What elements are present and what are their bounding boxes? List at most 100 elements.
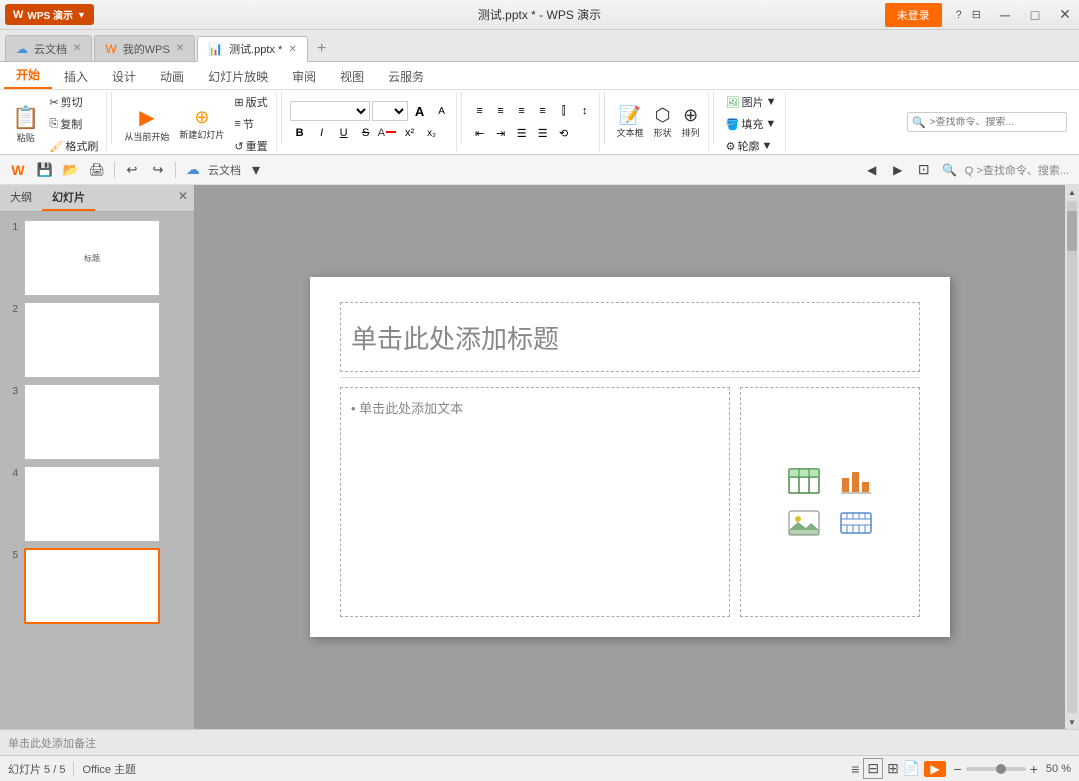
maximize-button[interactable]: □ — [1021, 0, 1049, 30]
panel-close-button[interactable]: ✕ — [172, 185, 194, 211]
slide-canvas[interactable]: 单击此处添加标题 • 单击此处添加文本 — [310, 277, 950, 637]
wheel-button[interactable]: ⚙ 轮廓 ▼ — [722, 136, 781, 156]
ribbon-tab-insert[interactable]: 插入 — [52, 64, 100, 89]
superscript-button[interactable]: x² — [400, 123, 420, 143]
next-slide-button[interactable]: ▶ — [887, 159, 909, 181]
ribbon-tab-start[interactable]: 开始 — [4, 62, 52, 89]
slide-thumbnail-active[interactable] — [24, 548, 160, 624]
numbered-list-button[interactable]: ☰ — [533, 123, 553, 143]
redo-button[interactable]: ↪ — [147, 159, 169, 181]
reading-view-button[interactable]: 📄 — [903, 760, 920, 777]
cloud-save-icon[interactable]: ☁ — [182, 159, 204, 181]
wps-logo[interactable]: W WPS 演示 ▼ — [5, 4, 94, 25]
italic-button[interactable]: I — [312, 123, 332, 143]
bullet-list-button[interactable]: ☰ — [512, 123, 532, 143]
arrange-button[interactable]: ⊕ 排列 — [678, 103, 704, 141]
panel-tab-outline[interactable]: 大纲 — [0, 185, 42, 211]
search-replace-button[interactable]: 🔍 — [939, 159, 961, 181]
right-scrollbar[interactable]: ▲ ▼ — [1065, 185, 1079, 729]
undo-button[interactable]: ↩ — [121, 159, 143, 181]
cut-button[interactable]: ✂ 剪切 — [45, 92, 102, 112]
strikethrough-button[interactable]: S — [356, 123, 376, 143]
wps-menu-button[interactable]: W — [6, 159, 30, 181]
decrease-indent-button[interactable]: ⇤ — [470, 123, 490, 143]
help-icon[interactable]: ? — [952, 9, 966, 21]
font-size-select[interactable] — [372, 101, 408, 121]
columns-button[interactable]: ⫿ — [554, 101, 574, 121]
copy-button[interactable]: ⎘ 复制 — [45, 114, 102, 134]
text-direction-button[interactable]: ⟲ — [554, 123, 574, 143]
save-button[interactable]: 💾 — [34, 159, 56, 181]
font-family-select[interactable] — [290, 101, 370, 121]
slide-thumbnail[interactable] — [24, 466, 160, 542]
slideshow-button[interactable]: ▶ — [924, 761, 945, 777]
tab-test-close[interactable]: ✕ — [288, 44, 296, 55]
new-slide-button[interactable]: ⊕ 新建幻灯片 — [175, 98, 228, 150]
slide-thumbnail[interactable]: 标题 — [24, 220, 160, 296]
minimize-button[interactable]: ─ — [991, 0, 1019, 30]
paste-button[interactable]: 📋 粘贴 — [8, 98, 43, 150]
insert-table-icon[interactable] — [786, 466, 822, 496]
tab-mywps[interactable]: W 我的WPS ✕ — [94, 35, 195, 61]
open-button[interactable]: 📂 — [60, 159, 82, 181]
ribbon-tab-animation[interactable]: 动画 — [148, 64, 196, 89]
search-input[interactable] — [930, 117, 1060, 128]
normal-view-button[interactable]: ⊟ — [863, 758, 883, 779]
tab-cloud-close[interactable]: ✕ — [73, 43, 81, 54]
prev-slide-button[interactable]: ◀ — [861, 159, 883, 181]
zoom-handle[interactable] — [996, 764, 1006, 774]
shape-button[interactable]: ⬡ 形状 — [650, 103, 676, 141]
zoom-bar[interactable] — [966, 767, 1026, 771]
print-button[interactable]: 🖨 — [86, 159, 108, 181]
scroll-track[interactable] — [1067, 201, 1077, 713]
section-button[interactable]: ≡ 节 — [230, 114, 271, 134]
increase-indent-button[interactable]: ⇥ — [491, 123, 511, 143]
zoom-out-button[interactable]: − — [954, 761, 962, 777]
slide-thumbnail[interactable] — [24, 302, 160, 378]
tab-test[interactable]: 📊 测试.pptx * ✕ — [197, 36, 308, 62]
picture-button[interactable]: 🖼 图片 ▼ — [722, 92, 781, 112]
slide-thumbnail[interactable] — [24, 384, 160, 460]
ribbon-tab-view[interactable]: 视图 — [328, 64, 376, 89]
align-right-button[interactable]: ≡ — [512, 101, 532, 121]
tab-mywps-close[interactable]: ✕ — [176, 43, 184, 54]
align-center-button[interactable]: ≡ — [491, 101, 511, 121]
add-tab-button[interactable]: + — [310, 37, 334, 61]
search-box[interactable]: 🔍 — [907, 112, 1067, 132]
dropdown-arrow[interactable]: ▼ — [77, 10, 86, 20]
sort-view-button[interactable]: ≡ — [851, 761, 859, 777]
tab-cloud[interactable]: ☁ 云文档 ✕ — [5, 35, 92, 61]
slide-sorter-button[interactable]: ⊞ — [887, 760, 899, 777]
panel-tab-slides[interactable]: 幻灯片 — [42, 185, 95, 211]
scroll-up-arrow[interactable]: ▲ — [1065, 185, 1079, 199]
notes-bar[interactable]: 单击此处添加备注 — [0, 729, 1079, 755]
line-spacing-button[interactable]: ↕ — [575, 101, 595, 121]
font-shrink-button[interactable]: A — [432, 101, 452, 121]
media-placeholder[interactable] — [740, 387, 920, 617]
layout-button[interactable]: ⊞ 版式 — [230, 92, 271, 112]
justify-button[interactable]: ≡ — [533, 101, 553, 121]
bold-button[interactable]: B — [290, 123, 310, 143]
login-button[interactable]: 未登录 — [885, 3, 942, 27]
ribbon-tab-slideshow[interactable]: 幻灯片放映 — [196, 64, 280, 89]
toolbar-more-button[interactable]: ▾ — [245, 159, 267, 181]
underline-button[interactable]: U — [334, 123, 354, 143]
format-brush-button[interactable]: 🖌 格式刷 — [45, 136, 102, 156]
font-color-button[interactable]: A — [378, 123, 398, 143]
scroll-down-arrow[interactable]: ▼ — [1065, 715, 1079, 729]
font-grow-button[interactable]: A — [410, 101, 430, 121]
text-box-button[interactable]: 📝 文本框 — [613, 103, 648, 141]
insert-video-icon[interactable] — [838, 508, 874, 538]
zoom-to-fit-button[interactable]: ⊡ — [913, 159, 935, 181]
ribbon-tab-review[interactable]: 审阅 — [280, 64, 328, 89]
reset-button[interactable]: ↺ 重置 — [230, 136, 271, 156]
scroll-thumb[interactable] — [1067, 211, 1077, 251]
insert-chart-icon[interactable] — [838, 466, 874, 496]
insert-image-icon[interactable] — [786, 508, 822, 538]
title-placeholder[interactable]: 单击此处添加标题 — [340, 302, 920, 372]
ribbon-toggle-icon[interactable]: ⊟ — [968, 8, 985, 21]
zoom-in-button[interactable]: + — [1030, 761, 1038, 777]
ribbon-tab-design[interactable]: 设计 — [100, 64, 148, 89]
fill-button[interactable]: 🪣 填充 ▼ — [722, 114, 781, 134]
ribbon-tab-cloud[interactable]: 云服务 — [376, 64, 436, 89]
